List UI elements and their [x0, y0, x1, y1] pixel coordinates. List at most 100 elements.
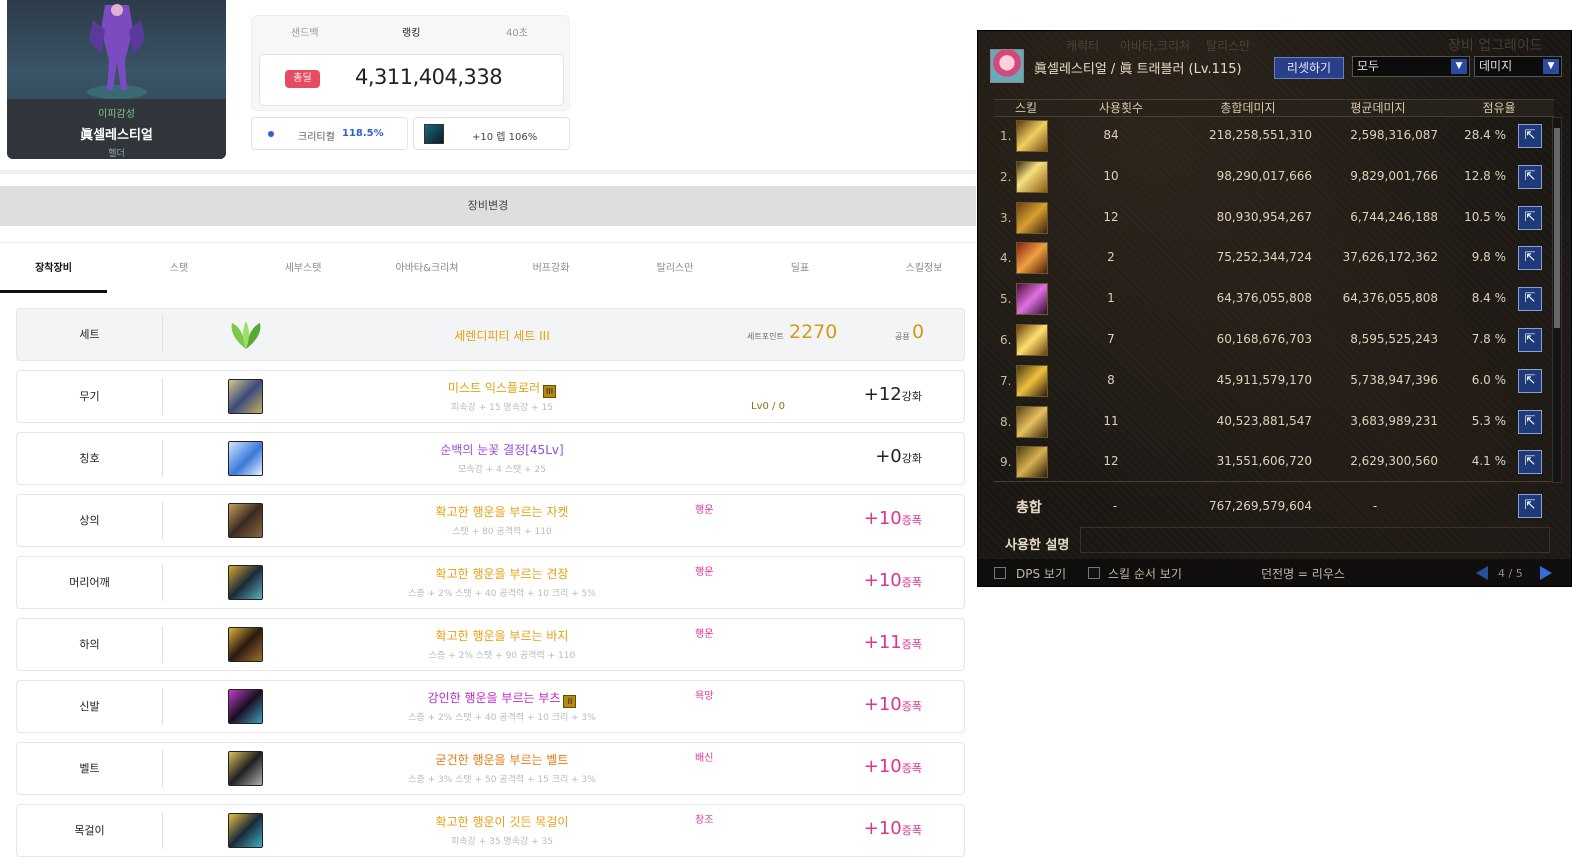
row-number: 3.: [1000, 210, 1012, 225]
share-icon[interactable]: ⇱: [1518, 287, 1542, 312]
next-page-icon[interactable]: [1540, 566, 1552, 580]
title-icon[interactable]: [228, 441, 263, 476]
share-percent: 4.1 %: [1471, 454, 1506, 469]
average-damage: 5,738,947,396: [1350, 372, 1438, 387]
damage-row: 2. 10 98,290,017,666 9,829,001,766 12.8 …: [994, 158, 1544, 196]
equip-change-button[interactable]: 장비변경: [0, 186, 976, 226]
column-header[interactable]: 사용횟수: [1064, 100, 1178, 116]
equipment-row[interactable]: 머리어깨 확고한 행운을 부르는 견장 스증 + 2% 스탯 + 40 공격력 …: [16, 556, 965, 609]
rank-tab-40s[interactable]: 40초: [506, 24, 528, 39]
item-name[interactable]: 확고한 행운을 부르는 견장: [287, 565, 717, 582]
dungeon-name: 던전명 = 리우스: [1261, 567, 1345, 581]
column-header[interactable]: 평균데미지: [1314, 100, 1442, 116]
tab-skill-info[interactable]: 스킬정보: [869, 243, 979, 295]
sort-select[interactable]: 데미지 ▼: [1474, 56, 1562, 77]
prev-page-icon[interactable]: [1476, 566, 1488, 580]
item-tag: 배신: [695, 753, 714, 764]
slot-label: 목걸이: [74, 824, 105, 837]
rank-tab-ranking[interactable]: 랭킹: [402, 24, 420, 39]
set-row[interactable]: 세트 세렌디피티 세트 III 세트포인트 2270 공용 0: [16, 308, 965, 361]
equipment-row[interactable]: 무기 미스트 익스플로러 III 피속강 + 15 명속강 + 15 Lv0 / …: [16, 370, 965, 423]
pants-icon[interactable]: [228, 627, 263, 662]
scrollbar-thumb[interactable]: [1554, 128, 1560, 328]
tab-underline: [0, 290, 107, 293]
damage-row: 1. 84 218,258,551,310 2,598,316,087 28.4…: [994, 117, 1544, 155]
item-tag: 행운: [695, 629, 714, 640]
total-count: -: [1112, 499, 1118, 513]
reinforce-value: +0강화: [875, 446, 922, 467]
skill-icon: [1016, 364, 1048, 397]
item-name[interactable]: 강인한 행운을 부르는 부츠 II: [287, 689, 717, 708]
tab-detail-stats[interactable]: 세부스탯: [248, 243, 358, 295]
share-icon[interactable]: ⇱: [1518, 368, 1542, 393]
column-header[interactable]: 점유율: [1444, 100, 1554, 116]
filter-value: 모두: [1357, 59, 1380, 73]
tab-avatar[interactable]: 아바타&크리쳐: [372, 243, 482, 295]
total-damage: 40,523,881,547: [1216, 413, 1312, 428]
item-tag: 욕망: [695, 691, 714, 702]
damage-row: 6. 7 60,168,676,703 8,595,525,243 7.8 % …: [994, 321, 1544, 359]
boots-icon[interactable]: [228, 689, 263, 724]
filter-select[interactable]: 모두 ▼: [1352, 56, 1470, 77]
row-number: 5.: [1000, 292, 1012, 307]
share-icon[interactable]: ⇱: [1518, 164, 1542, 189]
character-portrait: [87, 4, 147, 99]
share-percent: 7.8 %: [1471, 332, 1506, 346]
sort-value: 데미지: [1479, 59, 1513, 73]
description-box[interactable]: [1080, 527, 1550, 553]
equipment-row[interactable]: 벨트 굳건한 행운을 부르는 벨트 스증 + 3% 스탯 + 50 공격력 + …: [16, 742, 965, 795]
necklace-icon[interactable]: [228, 813, 263, 848]
share-icon[interactable]: ⇱: [1518, 246, 1542, 271]
total-damage: 45,911,579,170: [1216, 372, 1312, 387]
share-icon[interactable]: ⇱: [1518, 409, 1542, 434]
equipment-row[interactable]: 목걸이 확고한 행운이 깃든 목걸이 피속강 + 35 명속강 + 35 창조 …: [16, 804, 965, 857]
share-icon[interactable]: ⇱: [1518, 328, 1542, 352]
dot-icon: [268, 131, 274, 137]
share-percent: 28.4 %: [1464, 128, 1506, 142]
equipment-row[interactable]: 칭호 순백의 눈꽃 결정[45Lv] 모속강 + 4 스탯 + 25 +0강화: [16, 432, 965, 485]
item-name[interactable]: 굳건한 행운을 부르는 벨트: [287, 751, 717, 768]
character-card[interactable]: 이피감성 眞셀레스티얼 헬더: [7, 0, 226, 159]
share-icon[interactable]: ⇱: [1518, 124, 1542, 148]
rank-tab-sandbag[interactable]: 샌드백: [291, 24, 319, 39]
shoulder-icon[interactable]: [228, 565, 263, 600]
dps-checkbox[interactable]: [994, 567, 1006, 579]
equipment-row[interactable]: 하의 확고한 행운을 부르는 바지 스증 + 2% 스탯 + 90 공격력 + …: [16, 618, 965, 671]
scrollbar[interactable]: [1552, 117, 1562, 483]
share-icon[interactable]: ⇱: [1518, 205, 1542, 230]
tab-talisman[interactable]: 탈리스만: [620, 243, 730, 295]
skill-icon: [1016, 324, 1048, 356]
equipment-row[interactable]: 신발 강인한 행운을 부르는 부츠 II 스증 + 2% 스탯 + 40 공격력 …: [16, 680, 965, 733]
column-header[interactable]: 총합데미지: [1184, 100, 1312, 116]
row-number: 2.: [1000, 169, 1012, 184]
belt-icon[interactable]: [228, 751, 263, 786]
jacket-icon[interactable]: [228, 503, 263, 538]
skill-icon: [1016, 120, 1048, 152]
item-name[interactable]: 확고한 행운을 부르는 바지: [287, 627, 717, 644]
tab-stats[interactable]: 스탯: [124, 243, 234, 295]
share-icon[interactable]: ⇱: [1518, 494, 1542, 518]
slot-label: 신발: [79, 700, 100, 713]
item-name[interactable]: 확고한 행운이 깃든 목걸이: [287, 813, 717, 830]
reset-button[interactable]: 리셋하기: [1274, 57, 1344, 79]
total-deal-badge: 총딜: [285, 70, 320, 88]
divider: [0, 170, 976, 174]
tab-equipment[interactable]: 장착장비: [0, 243, 107, 295]
use-count: 84: [1103, 128, 1119, 142]
item-name[interactable]: 확고한 행운을 부르는 자켓: [287, 503, 717, 520]
item-tag: 행운: [695, 505, 714, 516]
skill-order-checkbox[interactable]: [1088, 567, 1100, 579]
chevron-down-icon: ▼: [1543, 59, 1559, 74]
column-header[interactable]: 스킬: [994, 100, 1058, 116]
item-name[interactable]: 미스트 익스플로러 III: [287, 379, 717, 398]
slot-label: 상의: [79, 514, 100, 527]
item-name[interactable]: 순백의 눈꽃 결정[45Lv]: [287, 441, 717, 458]
weapon-icon[interactable]: [228, 379, 263, 414]
total-damage: 31,551,606,720: [1216, 454, 1312, 469]
avatar: [990, 49, 1024, 83]
share-icon[interactable]: ⇱: [1518, 450, 1542, 475]
tab-deal-table[interactable]: 딜표: [745, 243, 855, 295]
tab-buff[interactable]: 버프강화: [496, 243, 606, 295]
equipment-row[interactable]: 상의 확고한 행운을 부르는 자켓 스탯 + 80 공격력 + 110 행운 +…: [16, 494, 965, 547]
use-count: 12: [1103, 454, 1119, 469]
